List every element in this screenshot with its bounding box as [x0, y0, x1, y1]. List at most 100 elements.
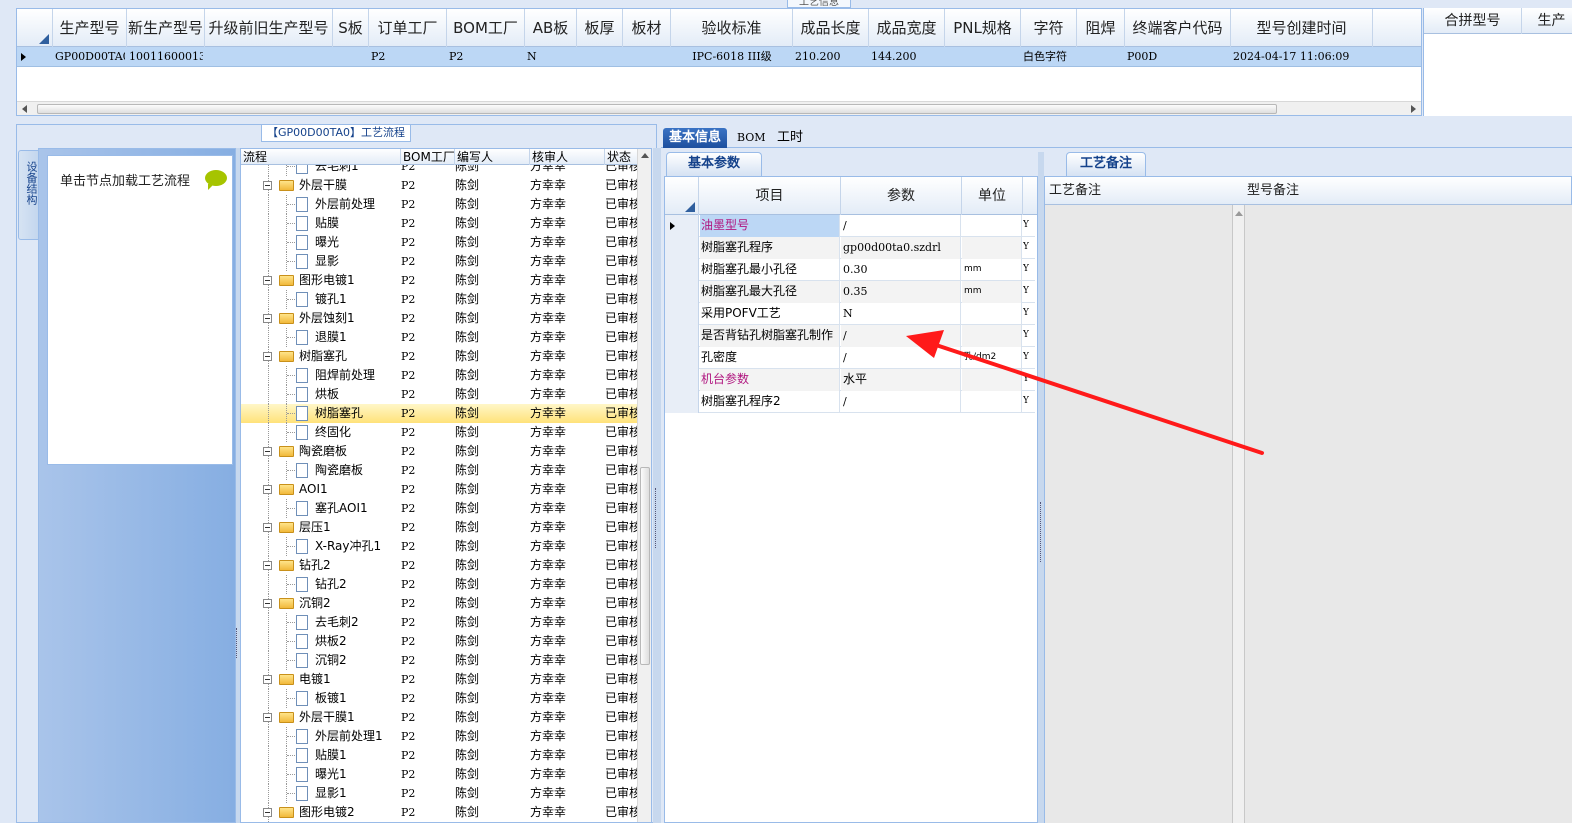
- cell-unit[interactable]: [962, 237, 1022, 259]
- tree-row[interactable]: 图形电镀1 P2 陈剑 方幸幸 已审核: [241, 271, 639, 290]
- cell-width[interactable]: 144.200: [871, 47, 943, 67]
- tree-node-label[interactable]: 钻孔2: [299, 556, 331, 575]
- cell-item[interactable]: 采用POFV工艺: [700, 303, 840, 325]
- cell-param[interactable]: gp00d00ta0.szdrl: [841, 237, 961, 259]
- tree-node-label[interactable]: 显影: [315, 252, 339, 271]
- tree-row[interactable]: 烘板 P2 陈剑 方幸幸 已审核: [241, 385, 639, 404]
- column-header[interactable]: 编写人: [455, 149, 530, 165]
- cell-item[interactable]: 机台参数: [700, 369, 840, 391]
- cell-param[interactable]: /: [841, 347, 961, 369]
- cell-old-model[interactable]: [207, 47, 331, 67]
- tree-node-label[interactable]: 陶瓷磨板: [299, 442, 347, 461]
- cell-param[interactable]: /: [841, 215, 961, 237]
- column-header-process-note[interactable]: 工艺备注: [1045, 177, 1101, 205]
- tree-row[interactable]: 外层干膜 P2 陈剑 方幸幸 已审核: [241, 176, 639, 195]
- tree-row[interactable]: 树脂塞孔 P2 陈剑 方幸幸 已审核: [241, 347, 639, 366]
- cell-item[interactable]: 树脂塞孔最大孔径: [700, 281, 840, 303]
- collapse-icon[interactable]: [263, 675, 272, 684]
- cell-item[interactable]: 是否背钻孔树脂塞孔制作: [700, 325, 840, 347]
- column-header[interactable]: 核审人: [530, 149, 605, 165]
- horizontal-scrollbar[interactable]: [17, 101, 1421, 115]
- row-header[interactable]: [665, 303, 699, 325]
- column-header[interactable]: 板材: [623, 9, 671, 47]
- tree-row[interactable]: 镀孔1 P2 陈剑 方幸幸 已审核: [241, 290, 639, 309]
- tree-row[interactable]: 烘板2 P2 陈剑 方幸幸 已审核: [241, 632, 639, 651]
- column-header[interactable]: 升级前旧生产型号: [205, 9, 333, 47]
- tree-node-label[interactable]: 板镀1: [315, 689, 347, 708]
- collapse-icon[interactable]: [263, 314, 272, 323]
- cell-customer[interactable]: P00D: [1127, 47, 1229, 67]
- scroll-thumb[interactable]: [640, 467, 650, 665]
- tree-row[interactable]: 曝光 P2 陈剑 方幸幸 已审核: [241, 233, 639, 252]
- notes-section-tab[interactable]: 工艺备注: [1066, 152, 1146, 176]
- column-header[interactable]: 成品宽度: [869, 9, 945, 47]
- collapse-icon[interactable]: [263, 599, 272, 608]
- cell-unit[interactable]: [962, 391, 1022, 413]
- cell-item[interactable]: 油墨型号: [700, 215, 840, 237]
- tree-node-label[interactable]: 树脂塞孔: [299, 347, 347, 366]
- tree-row[interactable]: 显影 P2 陈剑 方幸幸 已审核: [241, 252, 639, 271]
- cell-item[interactable]: 孔密度: [700, 347, 840, 369]
- cell-bom-factory[interactable]: P2: [449, 47, 523, 67]
- tree-node-label[interactable]: AOI1: [299, 480, 328, 499]
- table-row[interactable]: 树脂塞孔最小孔径 0.30 mm Y: [665, 259, 1035, 281]
- cell-char[interactable]: 白色字符: [1023, 47, 1075, 67]
- tree-row[interactable]: 图形电镀2 P2 陈剑 方幸幸 已审核: [241, 803, 639, 822]
- tree-row[interactable]: 陶瓷磨板 P2 陈剑 方幸幸 已审核: [241, 442, 639, 461]
- tree-row[interactable]: AOI1 P2 陈剑 方幸幸 已审核: [241, 480, 639, 499]
- tree-node-label[interactable]: 去毛刺1: [315, 165, 359, 176]
- grid-corner[interactable]: [665, 177, 699, 215]
- cell-item[interactable]: 树脂塞孔程序: [700, 237, 840, 259]
- cell-param[interactable]: 0.35: [841, 281, 961, 303]
- tree-node-label[interactable]: 外层蚀刻1: [299, 309, 355, 328]
- tree-node-label[interactable]: 镀孔1: [315, 290, 347, 309]
- tree-node-label[interactable]: 层压1: [299, 518, 331, 537]
- collapse-icon[interactable]: [263, 485, 272, 494]
- cell-unit[interactable]: [962, 369, 1022, 391]
- cell-unit[interactable]: mm: [962, 259, 1022, 281]
- tree-node-label[interactable]: 图形电镀1: [299, 271, 355, 290]
- tree-node-label[interactable]: 显影1: [315, 784, 347, 803]
- grid-corner[interactable]: [17, 9, 53, 47]
- tree-node-label[interactable]: 贴膜1: [315, 746, 347, 765]
- row-header[interactable]: [665, 391, 699, 413]
- column-header[interactable]: 生产型号: [53, 9, 127, 47]
- vertical-scrollbar[interactable]: [1233, 205, 1245, 823]
- cell-unit[interactable]: mm: [962, 281, 1022, 303]
- cell-param[interactable]: N: [841, 303, 961, 325]
- tab-work-hours[interactable]: 工时: [771, 128, 809, 148]
- row-header[interactable]: [665, 237, 699, 259]
- tree-node-label[interactable]: 阻焊前处理: [315, 366, 375, 385]
- tree-row[interactable]: 钻孔2 P2 陈剑 方幸幸 已审核: [241, 575, 639, 594]
- tree-row[interactable]: 外层干膜1 P2 陈剑 方幸幸 已审核: [241, 708, 639, 727]
- tree-node-label[interactable]: 沉铜2: [315, 651, 347, 670]
- row-header[interactable]: [665, 369, 699, 391]
- cell-length[interactable]: 210.200: [795, 47, 867, 67]
- column-header[interactable]: S板: [333, 9, 369, 47]
- cell-order-factory[interactable]: P2: [371, 47, 445, 67]
- row-header[interactable]: [665, 281, 699, 303]
- column-header[interactable]: 流程: [241, 149, 401, 165]
- collapse-icon[interactable]: [263, 561, 272, 570]
- scroll-up-icon[interactable]: [641, 153, 649, 158]
- tree-node-label[interactable]: 外层前处理1: [315, 727, 383, 746]
- tree-node-label[interactable]: 烘板: [315, 385, 339, 404]
- tree-node-label[interactable]: 烘板2: [315, 632, 347, 651]
- column-header[interactable]: 阻焊: [1077, 9, 1125, 47]
- process-note-area[interactable]: [1045, 205, 1233, 823]
- tree-row[interactable]: 外层前处理 P2 陈剑 方幸幸 已审核: [241, 195, 639, 214]
- model-note-area[interactable]: [1245, 205, 1572, 823]
- column-header-item[interactable]: 项目: [699, 177, 841, 215]
- tree-node-label[interactable]: 去毛刺2: [315, 613, 359, 632]
- top-caption-tab[interactable]: 工艺信息: [787, 0, 851, 8]
- tree-node-label[interactable]: 钻孔2: [315, 575, 347, 594]
- tree-node-label[interactable]: 外层干膜1: [299, 708, 355, 727]
- tree-row[interactable]: 板镀1 P2 陈剑 方幸幸 已审核: [241, 689, 639, 708]
- tree-node-label[interactable]: 塞孔AOI1: [315, 499, 368, 518]
- cell-pnl[interactable]: [947, 47, 1019, 67]
- scroll-up-icon[interactable]: [1235, 211, 1243, 216]
- column-header[interactable]: 验收标准: [671, 9, 793, 47]
- vertical-tab-equipment[interactable]: 设备结构: [18, 150, 40, 240]
- tab-bom[interactable]: BOM: [731, 128, 772, 148]
- column-header[interactable]: AB板: [525, 9, 577, 47]
